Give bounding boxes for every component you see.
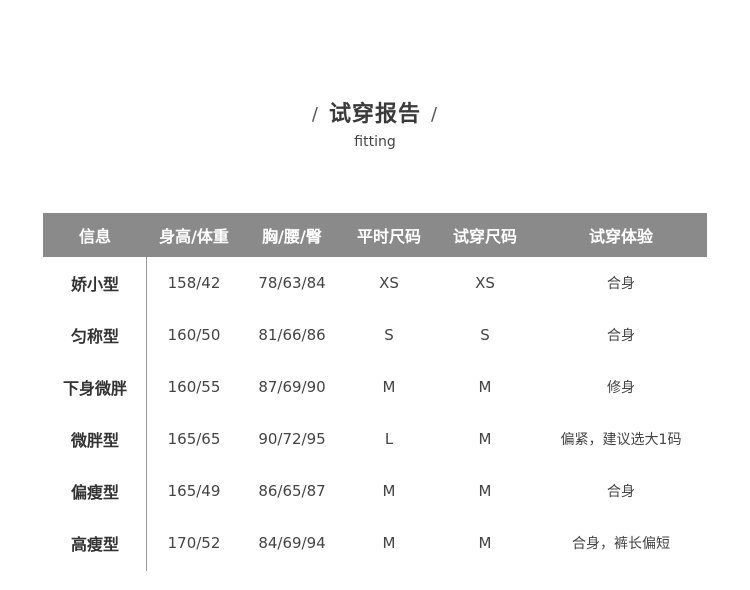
cell-experience: 合身 <box>607 484 635 500</box>
report-subtitle: fitting <box>354 134 396 150</box>
header-experience: 试穿体验 <box>588 227 653 246</box>
table-row: 匀称型 160/50 81/66/86 S S 合身 <box>43 309 707 361</box>
cell-usual-size: M <box>382 534 396 552</box>
table-row: 下身微胖 160/55 87/69/90 M M 修身 <box>43 361 707 413</box>
report-title-block: / 试穿报告 / fitting <box>0 96 750 150</box>
cell-height-weight: 158/42 <box>167 274 221 292</box>
table-row: 高瘦型 170/52 84/69/94 M M 合身，裤长偏短 <box>43 517 707 569</box>
cell-usual-size: M <box>382 482 396 500</box>
cell-height-weight: 165/65 <box>167 430 221 448</box>
cell-measurements: 84/69/94 <box>258 534 326 552</box>
column-divider <box>146 257 147 571</box>
table-row: 娇小型 158/42 78/63/84 XS XS 合身 <box>43 257 707 309</box>
table-header: 信息 身高/体重 胸/腰/臀 平时尺码 试穿尺码 试穿体验 <box>43 213 707 257</box>
title-left-slash: / <box>311 104 319 125</box>
cell-body-type: 娇小型 <box>70 275 119 294</box>
title-text: 试穿报告 <box>328 102 421 127</box>
cell-experience: 合身 <box>607 328 635 344</box>
cell-experience: 合身 <box>607 276 635 292</box>
cell-experience: 修身 <box>607 380 635 396</box>
header-usual-size: 平时尺码 <box>356 227 421 246</box>
cell-height-weight: 165/49 <box>167 482 221 500</box>
cell-body-type: 匀称型 <box>70 327 119 346</box>
table-row: 微胖型 165/65 90/72/95 L M 偏紧，建议选大1码 <box>43 413 707 465</box>
cell-usual-size: XS <box>379 274 399 292</box>
header-tried-size: 试穿尺码 <box>452 227 517 246</box>
header-height-weight: 身高/体重 <box>159 227 229 246</box>
cell-measurements: 90/72/95 <box>258 430 326 448</box>
cell-tried-size: M <box>478 430 492 448</box>
cell-experience: 合身，裤长偏短 <box>572 536 670 552</box>
cell-tried-size: S <box>480 326 490 344</box>
cell-body-type: 微胖型 <box>70 431 119 450</box>
table-row: 偏瘦型 165/49 86/65/87 M M 合身 <box>43 465 707 517</box>
fitting-table: 信息 身高/体重 胸/腰/臀 平时尺码 试穿尺码 试穿体验 娇小型 158/42… <box>43 213 707 571</box>
cell-measurements: 87/69/90 <box>258 378 326 396</box>
header-info: 信息 <box>78 227 111 246</box>
header-measurements: 胸/腰/臀 <box>262 227 322 246</box>
cell-usual-size: L <box>384 430 394 448</box>
cell-height-weight: 160/50 <box>167 326 221 344</box>
cell-experience: 偏紧，建议选大1码 <box>560 432 682 448</box>
cell-tried-size: M <box>478 482 492 500</box>
cell-height-weight: 170/52 <box>167 534 221 552</box>
cell-tried-size: M <box>478 534 492 552</box>
cell-measurements: 78/63/84 <box>258 274 326 292</box>
cell-measurements: 81/66/86 <box>258 326 326 344</box>
cell-usual-size: S <box>384 326 394 344</box>
cell-body-type: 下身微胖 <box>62 379 127 398</box>
cell-tried-size: XS <box>475 274 495 292</box>
cell-tried-size: M <box>478 378 492 396</box>
report-title: / 试穿报告 / <box>0 96 750 128</box>
cell-usual-size: M <box>382 378 396 396</box>
cell-measurements: 86/65/87 <box>258 482 326 500</box>
cell-body-type: 高瘦型 <box>70 535 119 554</box>
cell-height-weight: 160/55 <box>167 378 221 396</box>
title-right-slash: / <box>431 104 439 125</box>
cell-body-type: 偏瘦型 <box>70 483 119 502</box>
